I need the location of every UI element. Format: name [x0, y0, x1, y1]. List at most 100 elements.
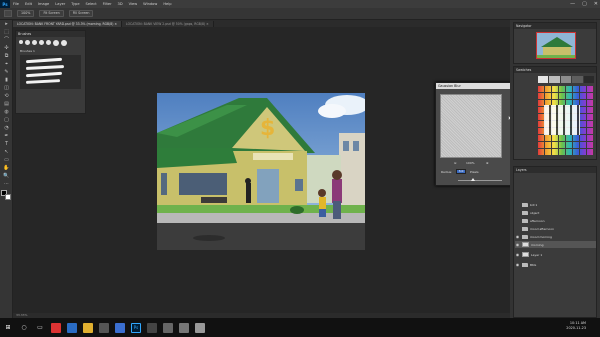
mail-icon[interactable]	[115, 322, 125, 333]
radius-slider-knob[interactable]	[471, 178, 475, 181]
layer-row-selected[interactable]: ◉ morning	[515, 241, 596, 248]
app-icon[interactable]	[195, 322, 205, 333]
dodge-tool-icon[interactable]: ◔	[2, 125, 11, 132]
zoom-in-icon[interactable]: ⊕	[486, 161, 489, 165]
app-icon[interactable]	[179, 322, 189, 333]
menu-layer[interactable]: Layer	[52, 2, 68, 6]
swatch[interactable]	[583, 76, 595, 83]
gradient-tool-icon[interactable]: ◍	[2, 109, 11, 116]
brush-tip-icon[interactable]	[32, 40, 37, 45]
close-icon[interactable]: ✕	[594, 0, 598, 8]
menu-3d[interactable]: 3D	[115, 2, 126, 6]
options-bar: 100% Fit Screen Fill Screen	[0, 8, 600, 20]
menu-filter[interactable]: Filter	[100, 2, 115, 6]
more-tools-icon[interactable]: ⋯	[2, 181, 11, 188]
brush-tip-icon[interactable]	[46, 40, 51, 45]
visibility-eye-icon[interactable]: ◉	[515, 234, 520, 239]
healing-tool-icon[interactable]: ✎	[2, 69, 11, 76]
document-canvas-image[interactable]: $	[157, 93, 365, 250]
blur-tool-icon[interactable]: ▢	[2, 117, 11, 124]
blur-preview-area[interactable]	[440, 94, 502, 158]
zoom-size-field[interactable]: 100%	[17, 10, 35, 17]
app-icon[interactable]	[163, 322, 173, 333]
quick-select-tool-icon[interactable]: ✣	[2, 45, 11, 52]
visibility-eye-icon[interactable]: ◉	[515, 262, 520, 267]
minimize-icon[interactable]: —	[570, 0, 575, 8]
pen-tool-icon[interactable]: ✒	[2, 133, 11, 140]
background-color[interactable]	[5, 194, 11, 200]
layer-row[interactable]: object	[515, 209, 596, 216]
menu-help[interactable]: Help	[160, 2, 174, 6]
menu-edit[interactable]: Edit	[22, 2, 35, 6]
menu-image[interactable]: Image	[35, 2, 52, 6]
hand-tool-icon[interactable]: ✋	[2, 165, 11, 172]
taskbar-clock[interactable]: 10:11 AM 2020-11-23	[566, 321, 586, 331]
chrome-icon[interactable]	[51, 322, 61, 333]
brush-stroke-preview[interactable]	[25, 71, 63, 78]
menu-select[interactable]: Select	[83, 2, 100, 6]
fill-screen-button[interactable]: Fill Screen	[68, 10, 94, 17]
maximize-icon[interactable]: ▢	[582, 0, 587, 8]
zoom-status[interactable]: 33.33%	[16, 313, 27, 317]
photoshop-icon[interactable]: Ps	[131, 322, 141, 333]
navigator-preview-image	[537, 33, 575, 58]
brush-tip-icon[interactable]	[39, 40, 44, 45]
swatch[interactable]	[560, 76, 572, 83]
store-icon[interactable]	[99, 322, 109, 333]
task-view-icon[interactable]: ▭	[35, 323, 45, 333]
crop-tool-icon[interactable]: ⧉	[2, 53, 11, 60]
radius-input[interactable]: 3.0	[456, 169, 466, 174]
swatch[interactable]	[538, 76, 549, 83]
layer-row[interactable]: ◉ BKG	[515, 261, 596, 268]
visibility-eye-icon[interactable]: ◉	[515, 252, 520, 257]
media-icon[interactable]	[147, 322, 157, 333]
eraser-tool-icon[interactable]: ▤	[2, 101, 11, 108]
layer-row[interactable]: afternoon	[515, 217, 596, 224]
type-tool-icon[interactable]: T	[2, 141, 11, 148]
swatch[interactable]	[549, 76, 560, 83]
brush-stroke-preview[interactable]	[25, 79, 61, 84]
history-brush-tool-icon[interactable]: ⟲	[2, 93, 11, 100]
swatch[interactable]	[572, 76, 583, 83]
layer-row[interactable]: mood afternoon	[515, 225, 596, 232]
layer-row[interactable]: bill 1	[515, 201, 596, 208]
stamp-tool-icon[interactable]: ◫	[2, 85, 11, 92]
brush-tip-icon[interactable]	[25, 40, 30, 45]
fit-screen-button[interactable]: Fit Screen	[39, 10, 64, 17]
start-icon[interactable]: ⊞	[3, 323, 13, 333]
edge-icon[interactable]	[67, 322, 77, 333]
shape-tool-icon[interactable]: ▭	[2, 157, 11, 164]
brush-stroke-previews[interactable]	[20, 55, 81, 89]
lasso-tool-icon[interactable]: ⌒	[2, 37, 11, 44]
menu-type[interactable]: Type	[68, 2, 82, 6]
brush-tool-icon[interactable]: ▮	[2, 77, 11, 84]
layer-row[interactable]: ◉ Layer 1	[515, 251, 596, 258]
layer-row[interactable]: ◉ mood morning	[515, 233, 596, 240]
brush-tip-icon[interactable]	[53, 40, 59, 46]
zoom-out-icon[interactable]: ⊖	[454, 161, 457, 165]
marquee-tool-icon[interactable]: ⬚	[2, 29, 11, 36]
search-icon[interactable]: ○	[19, 323, 29, 333]
menu-file[interactable]: File	[10, 2, 22, 6]
menu-view[interactable]: View	[126, 2, 141, 6]
file-explorer-icon[interactable]	[83, 322, 93, 333]
photoshop-window: Ps File Edit Image Layer Type Select Fil…	[0, 0, 600, 337]
brush-tip-icon[interactable]	[19, 40, 23, 44]
move-tool-icon[interactable]: ▸	[2, 21, 11, 28]
layer-name: Layer 1	[531, 252, 543, 257]
zoom-tool-icon[interactable]: 🔍	[2, 173, 11, 180]
brush-stroke-preview[interactable]	[25, 57, 63, 64]
eyedropper-tool-icon[interactable]: ⌖	[2, 61, 11, 68]
recent-swatches[interactable]	[538, 76, 595, 83]
visibility-eye-icon[interactable]: ◉	[515, 242, 520, 247]
path-select-tool-icon[interactable]: ↖	[2, 149, 11, 156]
navigator-thumbnail[interactable]	[536, 32, 576, 59]
brush-tip-icon[interactable]	[61, 40, 67, 46]
swatch-highlight-block[interactable]	[544, 105, 580, 135]
color-swatches[interactable]	[1, 190, 12, 201]
menu-window[interactable]: Window	[140, 2, 160, 6]
zoom-tool-icon[interactable]	[4, 10, 12, 17]
radius-slider-track[interactable]	[458, 180, 502, 181]
brush-tip-presets[interactable]	[16, 37, 85, 49]
brush-stroke-preview[interactable]	[25, 65, 65, 70]
